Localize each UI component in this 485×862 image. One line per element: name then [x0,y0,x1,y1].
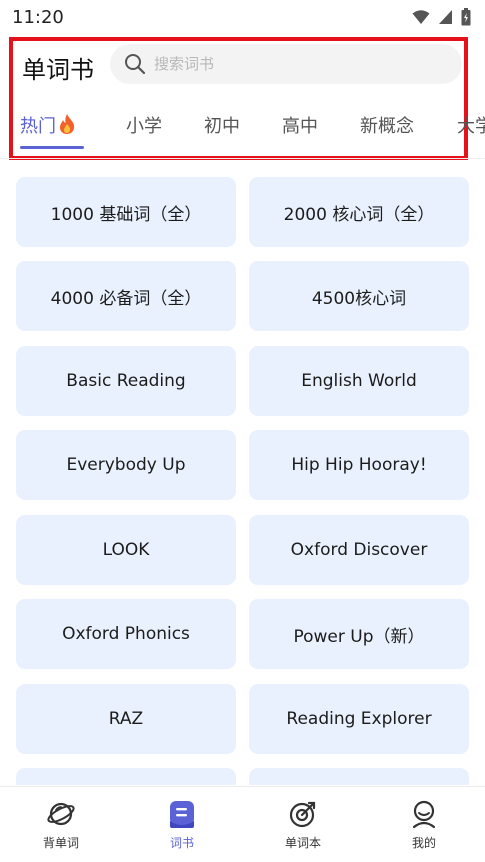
tab-primary[interactable]: 小学 [126,112,162,138]
word-book-card[interactable]: 2000 核心词（全） [249,177,469,247]
tab-label: 高中 [282,116,318,137]
search-box[interactable] [110,44,462,84]
flame-icon [60,114,75,134]
tab-label: 新概念 [360,116,414,137]
tab-university[interactable]: 大学 [457,112,485,138]
word-book-card[interactable]: Everybody Up [16,430,236,500]
search-input[interactable] [154,55,454,73]
profile-icon [412,800,436,829]
tab-new-concept[interactable]: 新概念 [360,112,414,138]
target-icon [289,801,316,828]
tab-junior-high[interactable]: 初中 [204,112,240,138]
status-icons [412,8,471,26]
tab-label: 热门 [20,116,56,137]
header-divider [0,158,485,159]
word-book-card[interactable]: LOOK [16,515,236,585]
word-book-card[interactable]: 4000 必备词（全） [16,261,236,331]
nav-vocabulary-notebook[interactable]: 单词本 [253,787,353,862]
nav-profile[interactable]: 我的 [374,787,474,862]
word-book-card[interactable]: Power Up（新） [249,599,469,669]
planet-icon [47,802,75,826]
nav-label: 词书 [169,836,194,850]
word-book-card[interactable]: Basic Reading [16,346,236,416]
tab-active-indicator [20,146,84,149]
word-book-card[interactable]: RAZ [16,684,236,754]
tab-label: 大学 [457,116,485,137]
category-tabs: 热门 小学 初中 高中 新概念 大学 [0,100,485,152]
word-book-card[interactable] [16,768,236,785]
status-bar: 11:20 [0,0,485,34]
status-time: 11:20 [12,6,64,28]
word-book-card[interactable]: 1000 基础词（全） [16,177,236,247]
word-book-card[interactable]: English World [249,346,469,416]
bottom-navigation: 背单词 词书 单词本 我的 [0,786,485,862]
tab-label: 初中 [204,116,240,137]
nav-word-books[interactable]: 词书 [132,787,232,862]
word-book-card[interactable] [249,768,469,785]
battery-icon [461,8,471,26]
word-book-card[interactable]: Hip Hip Hooray! [249,430,469,500]
page-title: 单词书 [22,56,94,84]
tab-senior-high[interactable]: 高中 [282,112,318,138]
tab-label: 小学 [126,116,162,137]
word-book-card[interactable]: 4500核心词 [249,261,469,331]
nav-label: 单词本 [284,836,321,850]
word-book-grid: 1000 基础词（全） 2000 核心词（全） 4000 必备词（全） 4500… [16,177,469,785]
book-icon [170,801,194,828]
word-book-card[interactable]: Oxford Discover [249,515,469,585]
nav-label: 我的 [411,836,436,850]
search-icon [125,54,146,75]
nav-label: 背单词 [42,836,79,850]
word-book-card[interactable]: Reading Explorer [249,684,469,754]
nav-recite-words[interactable]: 背单词 [11,787,111,862]
signal-icon [439,10,452,24]
word-book-card[interactable]: Oxford Phonics [16,599,236,669]
wifi-icon [412,10,430,24]
tab-hot[interactable]: 热门 [20,112,76,138]
